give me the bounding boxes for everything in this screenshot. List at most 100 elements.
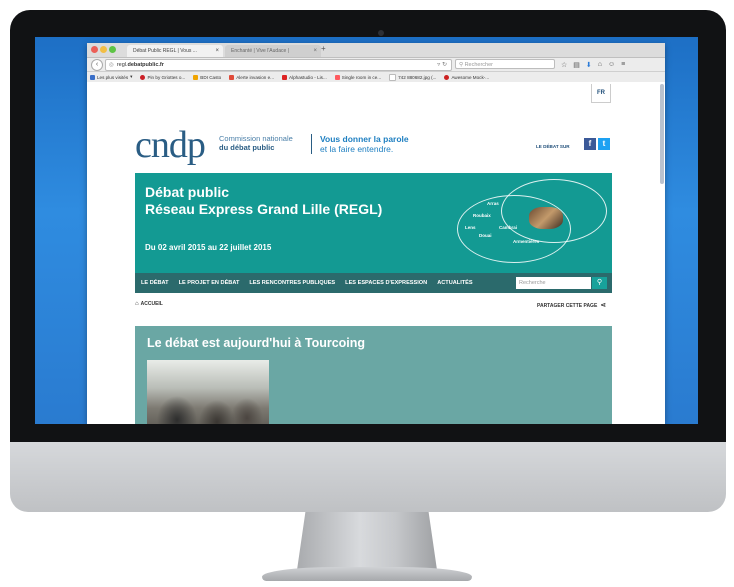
article-card[interactable]: Le débat est aujourd'hui à Tourcoing bbox=[135, 326, 612, 424]
castorama-icon bbox=[193, 74, 199, 80]
back-button[interactable]: ‹ bbox=[91, 59, 103, 71]
bookmark-label: 742 880682.jpg (... bbox=[398, 74, 437, 80]
bookmark-label: Pin by Griottes o... bbox=[147, 74, 186, 80]
menu-item-actualites[interactable]: ACTUALITÉS bbox=[437, 280, 472, 286]
city-label: Arras bbox=[487, 201, 499, 206]
bookmark-star-icon[interactable]: ☆ bbox=[561, 61, 567, 69]
site-icon bbox=[282, 74, 287, 80]
search-icon[interactable]: ⚲ bbox=[592, 277, 607, 289]
city-label: Cambrai bbox=[499, 225, 518, 230]
bookmark-item[interactable]: Les plus visités ▾ bbox=[90, 74, 132, 80]
reading-list-icon[interactable]: ▤ bbox=[573, 61, 580, 69]
bookmark-label: Awesome Mock-... bbox=[451, 74, 490, 80]
bookmark-item[interactable]: Pin by Griottes o... bbox=[140, 74, 186, 80]
home-icon[interactable]: ⌂ bbox=[135, 301, 139, 307]
bookmark-label: BDI Casto bbox=[200, 74, 222, 80]
article-title[interactable]: Le débat est aujourd'hui à Tourcoing bbox=[147, 336, 365, 350]
close-icon[interactable]: × bbox=[215, 45, 219, 57]
bookmark-item[interactable]: Single room in ce... bbox=[334, 74, 382, 80]
browser-search-input[interactable]: ⚲ Rechercher bbox=[455, 59, 555, 69]
menu-item-le-projet[interactable]: LE PROJET EN DÉBAT bbox=[179, 280, 240, 286]
social-label: LE DÉBAT SUR bbox=[536, 144, 570, 149]
site-icon bbox=[444, 74, 450, 80]
page-viewport: FR cndp Commission nationale du débat pu… bbox=[87, 82, 665, 424]
navigation-bar: ‹ ◎ regl.debatpublic.fr ▿ ↻ ⚲ Rechercher … bbox=[87, 58, 665, 72]
logo-subtitle-line-1: Commission nationale bbox=[219, 134, 293, 143]
browser-toolbar: ☆ ▤ ⬇ ⌂ ☺ ≡ bbox=[561, 58, 625, 71]
share-label: PARTAGER CETTE PAGE bbox=[537, 303, 598, 309]
new-tab-button[interactable]: + bbox=[321, 44, 326, 53]
bookmark-item[interactable]: 742 880682.jpg (... bbox=[389, 73, 437, 81]
monitor-foot bbox=[262, 567, 472, 581]
cndp-logo[interactable]: cndp bbox=[135, 126, 206, 164]
search-placeholder: Rechercher bbox=[464, 62, 493, 68]
reload-icon[interactable]: ▿ ↻ bbox=[437, 60, 447, 70]
tagline-line-2: et la faire entendre. bbox=[320, 144, 394, 154]
menu-icon[interactable]: ≡ bbox=[621, 61, 625, 68]
banner-subtitle: Réseau Express Grand Lille (REGL) bbox=[145, 201, 383, 217]
menu-item-le-debat[interactable]: LE DÉBAT bbox=[141, 280, 169, 286]
hero-banner: Débat public Réseau Express Grand Lille … bbox=[135, 173, 612, 273]
monitor-chin bbox=[10, 442, 726, 512]
tab-label: Enchanté | Vive l'Audace | bbox=[231, 48, 289, 54]
logo-divider bbox=[311, 134, 312, 154]
tab-debat-public[interactable]: Débat Public REGL | Vous ... × bbox=[127, 45, 223, 57]
chat-icon[interactable]: ☺ bbox=[608, 61, 615, 68]
twitter-icon[interactable]: t bbox=[598, 138, 610, 150]
logo-subtitle: Commission nationale du débat public bbox=[219, 134, 293, 152]
scrollbar[interactable] bbox=[660, 84, 664, 184]
language-switch[interactable]: FR bbox=[591, 84, 611, 103]
share-page[interactable]: PARTAGER CETTE PAGE ⋖ bbox=[537, 301, 606, 309]
tab-enchante[interactable]: Enchanté | Vive l'Audace | × bbox=[225, 45, 321, 57]
camera-icon bbox=[378, 30, 384, 36]
bookmark-label: Alphastudio - Lis... bbox=[289, 74, 327, 80]
close-icon[interactable]: × bbox=[313, 45, 317, 57]
main-menu: LE DÉBAT LE PROJET EN DÉBAT LES RENCONTR… bbox=[135, 273, 612, 293]
menu-item-espaces[interactable]: LES ESPACES D'EXPRESSION bbox=[345, 280, 427, 286]
browser-window: Débat Public REGL | Vous ... × Enchanté … bbox=[87, 43, 665, 424]
logo-subtitle-line-2: du débat public bbox=[219, 143, 275, 152]
article-photo[interactable] bbox=[147, 360, 269, 424]
tab-label: Débat Public REGL | Vous ... bbox=[133, 48, 197, 54]
breadcrumb-home[interactable]: ACCUEIL bbox=[141, 301, 163, 307]
url-prefix: regl. bbox=[116, 62, 128, 68]
bookmark-label: Single room in ce... bbox=[341, 74, 382, 80]
pinterest-icon bbox=[140, 74, 146, 80]
site-icon bbox=[229, 74, 235, 80]
address-bar[interactable]: ◎ regl.debatpublic.fr ▿ ↻ bbox=[105, 59, 452, 71]
file-icon bbox=[389, 73, 397, 81]
airbnb-icon bbox=[334, 74, 340, 80]
tagline-line-1: Vous donner la parole bbox=[320, 134, 409, 144]
monitor-stand bbox=[297, 512, 437, 570]
home-icon[interactable]: ⌂ bbox=[598, 61, 602, 68]
folder-icon bbox=[90, 74, 95, 80]
bookmark-item[interactable]: BDI Casto bbox=[193, 74, 222, 80]
website: FR cndp Commission nationale du débat pu… bbox=[135, 82, 612, 424]
site-info-icon[interactable]: ◎ bbox=[109, 60, 114, 70]
banner-photo bbox=[529, 207, 563, 229]
close-window-button[interactable] bbox=[91, 46, 98, 53]
url-domain: debatpublic.fr bbox=[127, 62, 164, 68]
city-label: Roubaix bbox=[473, 213, 491, 218]
city-label: Douai bbox=[479, 233, 492, 238]
tagline: Vous donner la parole et la faire entend… bbox=[320, 134, 409, 154]
bookmark-label: Les plus visités bbox=[97, 74, 129, 80]
bookmark-item[interactable]: Alphastudio - Lis... bbox=[282, 74, 327, 80]
download-icon[interactable]: ⬇ bbox=[586, 61, 592, 69]
banner-title: Débat public bbox=[145, 184, 230, 200]
screen: Débat Public REGL | Vous ... × Enchanté … bbox=[35, 37, 698, 424]
maximize-window-button[interactable] bbox=[109, 46, 116, 53]
share-icon: ⋖ bbox=[600, 302, 607, 309]
bookmark-item[interactable]: Awesome Mock-... bbox=[444, 74, 490, 80]
site-search-input[interactable]: Recherche bbox=[516, 277, 591, 289]
city-label: Lens bbox=[465, 225, 476, 230]
bookmark-item[interactable]: Alerte invasion e... bbox=[229, 74, 274, 80]
tab-bar: Débat Public REGL | Vous ... × Enchanté … bbox=[87, 43, 665, 58]
banner-dates: Du 02 avril 2015 au 22 juillet 2015 bbox=[145, 243, 272, 252]
minimize-window-button[interactable] bbox=[100, 46, 107, 53]
bookmark-label: Alerte invasion e... bbox=[236, 74, 274, 80]
breadcrumb: ⌂ ACCUEIL bbox=[135, 301, 163, 307]
menu-item-rencontres[interactable]: LES RENCONTRES PUBLIQUES bbox=[249, 280, 335, 286]
facebook-icon[interactable]: f bbox=[584, 138, 596, 150]
city-label: Armentières bbox=[513, 239, 540, 244]
